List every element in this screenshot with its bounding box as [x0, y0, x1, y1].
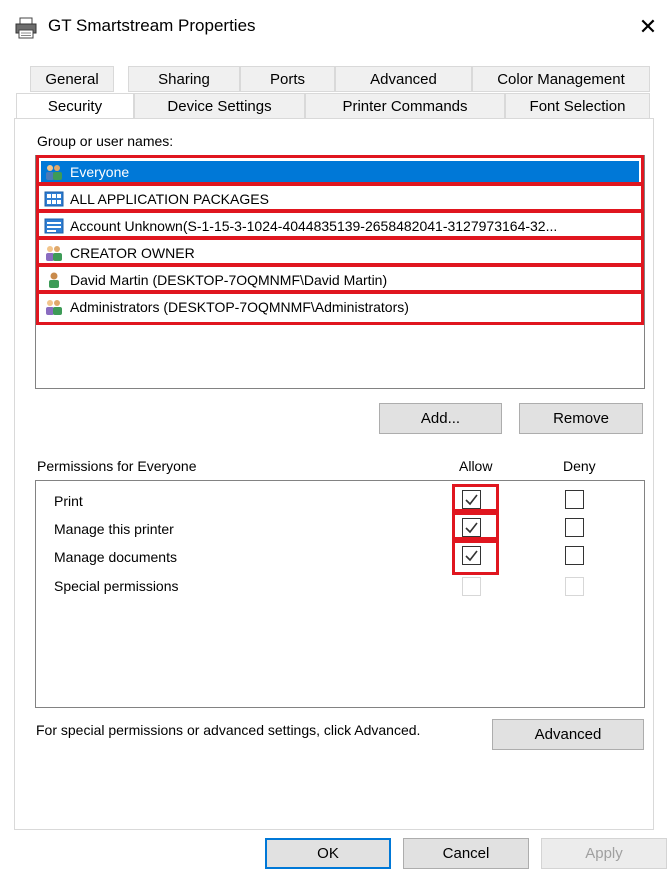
list-item-david-martin[interactable]: David Martin (DESKTOP-7OQMNMF\David Mart… [41, 269, 639, 291]
advanced-hint-text: For special permissions or advanced sett… [36, 722, 421, 738]
tab-sharing[interactable]: Sharing [128, 66, 240, 92]
group-or-user-names-label: Group or user names: [37, 133, 174, 149]
deny-column-header: Deny [563, 458, 596, 474]
tab-printer-commands[interactable]: Printer Commands [305, 93, 505, 119]
permissions-list [35, 480, 645, 708]
group-icon [44, 164, 64, 180]
list-item-everyone[interactable]: Everyone [41, 161, 639, 183]
permission-manage-printer: Manage this printer [54, 521, 174, 537]
user-name: Administrators (DESKTOP-7OQMNMF\Administ… [70, 299, 409, 315]
tab-advanced[interactable]: Advanced [335, 66, 472, 92]
app-packages-icon [44, 191, 64, 207]
user-icon [44, 272, 64, 288]
allow-manage-printer-checkbox[interactable] [462, 518, 481, 537]
allow-manage-documents-checkbox[interactable] [462, 546, 481, 565]
tab-security[interactable]: Security [16, 93, 134, 120]
close-button[interactable]: ✕ [630, 8, 666, 46]
permission-print: Print [54, 493, 83, 509]
tab-font-selection[interactable]: Font Selection [505, 93, 650, 119]
list-item-creator-owner[interactable]: CREATOR OWNER [41, 242, 639, 264]
user-list[interactable]: Everyone ALL APPLICATION PACKAGES Accoun… [35, 155, 645, 389]
list-item-all-application-packages[interactable]: ALL APPLICATION PACKAGES [41, 188, 639, 210]
deny-special-checkbox [565, 577, 584, 596]
permissions-label: Permissions for Everyone [37, 458, 197, 474]
ok-button[interactable]: OK [265, 838, 391, 869]
tab-general[interactable]: General [30, 66, 114, 92]
unknown-account-icon [44, 218, 64, 234]
user-name: Account Unknown(S-1-15-3-1024-4044835139… [70, 218, 558, 234]
list-item-administrators[interactable]: Administrators (DESKTOP-7OQMNMF\Administ… [41, 296, 639, 318]
add-button[interactable]: Add... [379, 403, 502, 434]
deny-manage-documents-checkbox[interactable] [565, 546, 584, 565]
title-bar: GT Smartstream Properties ✕ [0, 0, 667, 56]
allow-print-checkbox[interactable] [462, 490, 481, 509]
list-item-account-unknown[interactable]: Account Unknown(S-1-15-3-1024-4044835139… [41, 215, 639, 237]
deny-manage-printer-checkbox[interactable] [565, 518, 584, 537]
tab-device-settings[interactable]: Device Settings [134, 93, 305, 119]
allow-column-header: Allow [459, 458, 493, 474]
tab-ports[interactable]: Ports [240, 66, 335, 92]
user-name: ALL APPLICATION PACKAGES [70, 191, 269, 207]
window-title: GT Smartstream Properties [48, 16, 256, 35]
allow-special-checkbox [462, 577, 481, 596]
user-name: Everyone [70, 164, 130, 180]
group-icon [44, 245, 64, 261]
user-name: David Martin (DESKTOP-7OQMNMF\David Mart… [70, 272, 388, 288]
permission-manage-documents: Manage documents [54, 549, 177, 565]
cancel-button[interactable]: Cancel [403, 838, 529, 869]
tab-color-management[interactable]: Color Management [472, 66, 650, 92]
apply-button[interactable]: Apply [541, 838, 667, 869]
deny-print-checkbox[interactable] [565, 490, 584, 509]
advanced-button[interactable]: Advanced [492, 719, 644, 750]
user-name: CREATOR OWNER [70, 245, 195, 261]
group-icon [44, 299, 64, 315]
printer-icon [15, 17, 37, 39]
remove-button[interactable]: Remove [519, 403, 643, 434]
permission-special: Special permissions [54, 578, 179, 594]
